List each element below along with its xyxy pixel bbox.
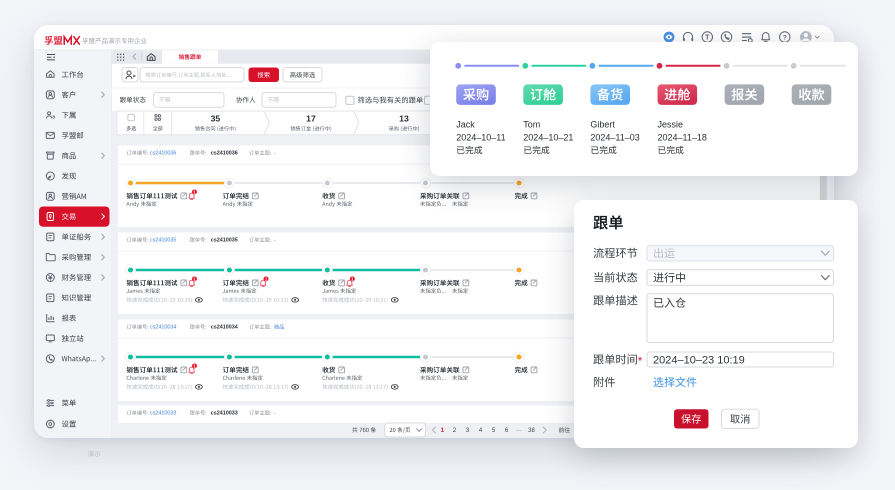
svg-text:2024–11–03: 2024–11–03 — [590, 133, 639, 143]
svg-text:17: 17 — [306, 113, 316, 123]
svg-text:cs2410035: cs2410035 — [150, 237, 176, 243]
svg-text:?: ? — [783, 34, 787, 41]
svg-text:38: 38 — [528, 428, 535, 434]
svg-text:-: - — [274, 410, 276, 416]
svg-text:···: ··· — [516, 428, 522, 434]
svg-text:Tom: Tom — [523, 120, 540, 130]
svg-text:-: - — [274, 237, 276, 243]
svg-text:cs2410034: cs2410034 — [211, 324, 238, 330]
svg-text:cs2410034: cs2410034 — [150, 324, 176, 330]
svg-text:2024–11–18: 2024–11–18 — [658, 133, 707, 143]
svg-text:cs2410033: cs2410033 — [150, 410, 176, 416]
svg-text:cs2410035: cs2410035 — [211, 237, 238, 243]
svg-text:cs2410033: cs2410033 — [211, 410, 238, 416]
svg-text:Jack: Jack — [456, 120, 475, 130]
svg-text:-: - — [274, 150, 276, 156]
svg-text:Gibert: Gibert — [590, 120, 615, 130]
svg-text:13: 13 — [399, 113, 409, 123]
svg-text:*: * — [638, 356, 643, 368]
svg-text:2024–10–23 10:19: 2024–10–23 10:19 — [653, 355, 745, 367]
svg-text:cs2410036: cs2410036 — [211, 150, 238, 156]
svg-text:cs2410036: cs2410036 — [150, 150, 176, 156]
svg-text:2024–10–11: 2024–10–11 — [456, 133, 505, 143]
svg-text:T: T — [705, 34, 710, 41]
svg-text:Jessie: Jessie — [658, 120, 684, 130]
svg-text:35: 35 — [211, 113, 221, 123]
svg-text:8: 8 — [52, 114, 55, 119]
svg-text:2024–10–21: 2024–10–21 — [523, 133, 573, 143]
